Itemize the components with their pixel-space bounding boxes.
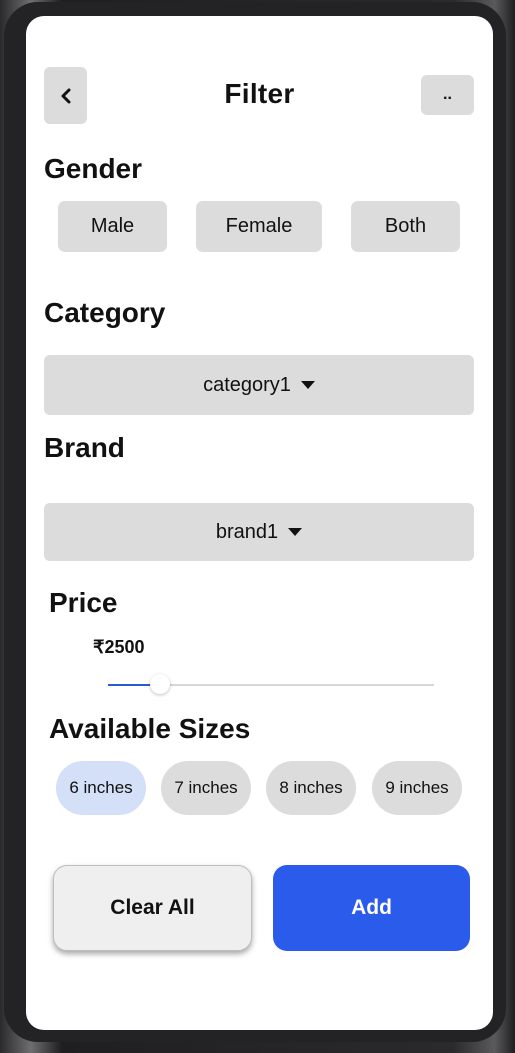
brand-section-title: Brand <box>44 432 125 463</box>
device-frame: Filter .. Gender Male Female Both Catego… <box>4 2 506 1042</box>
caret-down-icon <box>288 528 303 536</box>
brand-dropdown[interactable]: brand1 <box>44 503 474 561</box>
caret-down-icon <box>300 381 315 389</box>
price-value-label: ₹2500 <box>93 637 145 657</box>
price-slider[interactable] <box>108 674 434 694</box>
size-option-7[interactable]: 7 inches <box>161 761 251 815</box>
category-section-title: Category <box>44 297 166 328</box>
gender-option-both[interactable]: Both <box>351 201 460 252</box>
filter-screen: Filter .. Gender Male Female Both Catego… <box>26 16 493 1030</box>
add-button[interactable]: Add <box>273 865 470 951</box>
brand-selected-value: brand1 <box>215 520 279 543</box>
more-options-button[interactable]: .. <box>421 75 474 115</box>
size-option-8[interactable]: 8 inches <box>266 761 356 815</box>
gender-option-female[interactable]: Female <box>196 201 322 252</box>
price-section-title: Price <box>49 587 118 618</box>
clear-all-button[interactable]: Clear All <box>53 865 252 951</box>
gender-section-title: Gender <box>44 153 143 184</box>
category-dropdown[interactable]: category1 <box>44 355 474 415</box>
sizes-section-title: Available Sizes <box>49 713 251 744</box>
gender-option-male[interactable]: Male <box>58 201 167 252</box>
size-option-6[interactable]: 6 inches <box>56 761 146 815</box>
category-selected-value: category1 <box>203 373 291 396</box>
size-option-9[interactable]: 9 inches <box>372 761 462 815</box>
price-slider-thumb[interactable] <box>150 674 171 694</box>
